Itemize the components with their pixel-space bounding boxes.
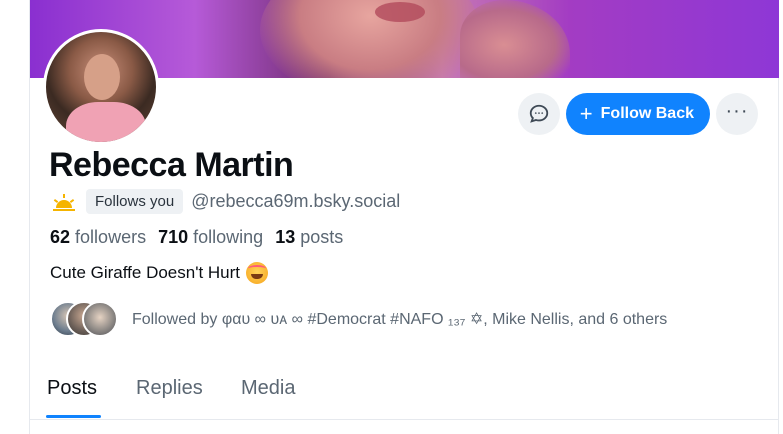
banner-lips-shape: [375, 2, 425, 22]
more-options-button[interactable]: ···: [716, 93, 758, 135]
banner-arm-shape: [460, 0, 570, 78]
plus-icon: +: [579, 101, 593, 126]
following-stat[interactable]: 710 following: [158, 227, 263, 248]
smiling-face-with-hearts-emoji-icon: [246, 262, 269, 284]
profile-handle[interactable]: @rebecca69m.bsky.social: [191, 191, 400, 212]
profile-tabs: Posts Replies Media: [30, 360, 779, 420]
sunrise-icon: [50, 190, 78, 214]
tab-posts[interactable]: Posts: [47, 377, 97, 400]
bio-text: Cute Giraffe Doesn't Hurt: [50, 263, 241, 282]
avatar-body-shape: [66, 102, 146, 142]
stats-row: 62 followers 710 following 13 posts: [50, 227, 343, 248]
handle-row: Follows you @rebecca69m.bsky.social: [50, 189, 400, 214]
followed-by-text: Followed by φαυ ∞ ᴜᴀ ∞ #Democrat #NAFO ₁…: [132, 311, 668, 328]
followed-by-avatars: [50, 300, 120, 338]
follows-you-badge: Follows you: [86, 189, 184, 214]
chat-bubble-icon: [529, 104, 548, 123]
message-button[interactable]: [517, 93, 560, 135]
active-tab-indicator: [46, 415, 101, 418]
tab-replies[interactable]: Replies: [136, 377, 203, 400]
posts-stat: 13 posts: [275, 227, 344, 247]
followed-by-row[interactable]: Followed by φαυ ∞ ᴜᴀ ∞ #Democrat #NAFO ₁…: [50, 300, 667, 338]
avatar-face-shape: [84, 54, 120, 100]
followers-stat[interactable]: 62 followers: [50, 227, 146, 248]
profile-card: + Follow Back ··· Rebecca Martin Follows…: [29, 0, 779, 434]
tab-media[interactable]: Media: [241, 377, 295, 400]
ellipsis-icon: ···: [725, 100, 749, 122]
banner-face-shape: [260, 0, 480, 78]
follow-back-button[interactable]: + Follow Back: [565, 93, 710, 135]
profile-bio: Cute Giraffe Doesn't Hurt: [50, 262, 269, 284]
profile-avatar[interactable]: [43, 29, 159, 145]
display-name: Rebecca Martin: [49, 146, 294, 184]
follow-back-label: Follow Back: [600, 105, 694, 122]
mutual-avatar: [82, 301, 118, 337]
profile-actions: + Follow Back ···: [517, 93, 758, 135]
